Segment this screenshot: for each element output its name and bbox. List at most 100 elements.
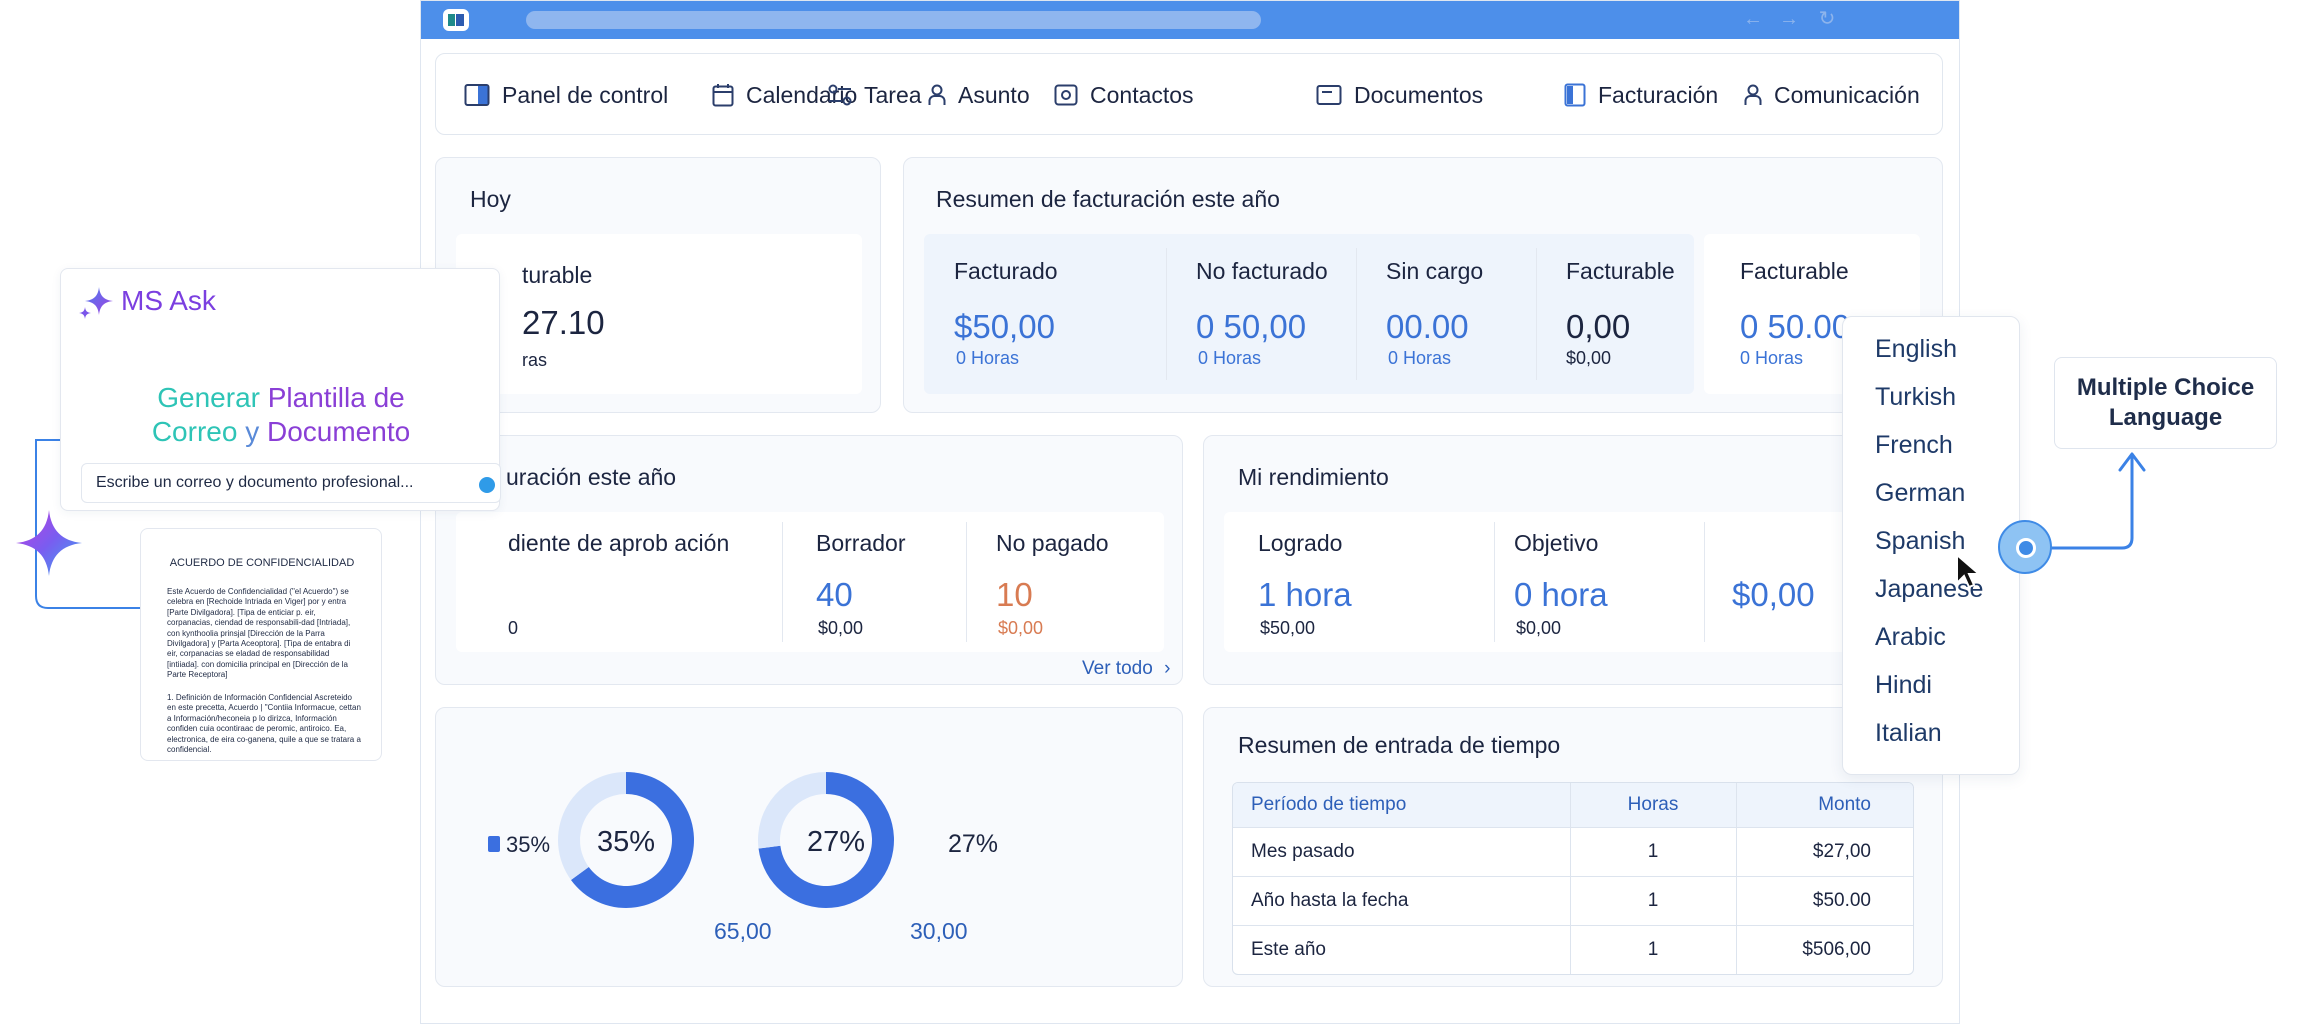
heading-word: y (245, 416, 260, 447)
billable-2-value: 0 50.00 (1740, 308, 1851, 345)
nav-item-contacts[interactable]: Contactos (1054, 54, 1194, 136)
calendar-icon (712, 84, 734, 107)
draft-label: Borrador (816, 530, 906, 556)
reload-icon[interactable]: ↻ (1815, 7, 1839, 31)
contacts-icon (1054, 84, 1078, 106)
search-icon[interactable] (479, 477, 495, 493)
table-row: Este año 1 $506,00 (1233, 924, 1913, 974)
language-option-italian[interactable]: Italian (1875, 719, 1942, 748)
column-header-period: Período de tiempo (1233, 783, 1571, 827)
unpaid-value: 10 (996, 576, 1033, 613)
table-row: Mes pasado 1 $27,00 (1233, 826, 1913, 876)
heading-word: Plantilla de (267, 382, 405, 413)
billed-value: $50,00 (954, 308, 1055, 345)
today-label: turable (522, 262, 593, 288)
nav-label-dashboard: Panel de control (502, 81, 669, 108)
nav-item-matter[interactable]: Asunto (928, 54, 1030, 136)
today-sub: ras (522, 350, 548, 370)
heading-word: Generar (157, 382, 260, 413)
billable-value: 0,00 (1566, 308, 1631, 345)
nav-item-tasks[interactable]: Tarea (828, 54, 922, 136)
donut-charts-card: 35% 35% 65,00 27% 27% 30,00 (435, 707, 1183, 987)
donut-right-value-label: 30,00 (910, 918, 968, 944)
donut-left-value-label: 65,00 (714, 918, 772, 944)
nav-item-documents[interactable]: Documentos (1316, 54, 1483, 136)
nav-item-billing[interactable]: Facturación (1564, 54, 1718, 136)
invoices-card: uración este año diente de aprob ación 0… (435, 435, 1183, 685)
no-charge-sub: 0 Horas (1388, 348, 1452, 368)
ms-ask-panel: MS Ask Generar Plantilla de Correo y Doc… (60, 268, 501, 511)
today-card: Hoy turable 27.10 ras (435, 157, 881, 413)
heading-word: Documento (266, 416, 411, 447)
table-cell: $27,00 (1736, 826, 1913, 876)
person-icon (928, 84, 946, 105)
time-entry-table: Período de tiempo Horas Monto Mes pasado… (1232, 782, 1914, 975)
table-cell: Año hasta la fecha (1233, 875, 1571, 925)
ms-ask-title: MS Ask (121, 285, 216, 316)
nav-label-communication: Comunicación (1774, 81, 1920, 108)
billed-label: Facturado (954, 258, 1058, 284)
table-cell: 1 (1570, 924, 1737, 974)
selection-knob[interactable] (1998, 520, 2052, 574)
mouse-cursor-icon (1956, 553, 1982, 589)
billing-summary-title: Resumen de facturación este año (936, 186, 1280, 212)
callout-line-1: Multiple Choice (2076, 374, 2255, 401)
achieved-label: Logrado (1258, 530, 1343, 556)
chevron-right-icon: › (1164, 658, 1171, 679)
pending-approval-label: diente de aprob ación (508, 530, 730, 556)
no-charge-value: 00.00 (1386, 308, 1469, 345)
language-option-arabic[interactable]: Arabic (1875, 623, 1946, 652)
target-value: 0 hora (1514, 576, 1608, 613)
table-row: Año hasta la fecha 1 $50.00 (1233, 875, 1913, 925)
view-all-label: Ver todo (1082, 658, 1153, 679)
billing-summary-card: Resumen de facturación este año Facturad… (903, 157, 1943, 413)
unbilled-sub: 0 Horas (1198, 348, 1262, 368)
nav-label-matter: Asunto (958, 81, 1030, 108)
nda-title: ACUERDO DE CONFIDENCIALIDAD (169, 557, 355, 569)
nda-paragraph-1: Este Acuerdo de Confidencialidad ("el Ac… (167, 587, 351, 680)
no-charge-label: Sin cargo (1386, 258, 1484, 284)
billing-icon (1564, 83, 1586, 107)
view-all-link[interactable]: Ver todo › (1082, 658, 1170, 680)
billable-sub: $0,00 (1566, 348, 1612, 368)
back-arrow-icon[interactable]: ← (1741, 7, 1765, 31)
language-option-turkish[interactable]: Turkish (1875, 383, 1956, 412)
table-cell: $50.00 (1736, 875, 1913, 925)
table-cell: 1 (1570, 875, 1737, 925)
language-dropdown-menu: English Turkish French German Spanish Ja… (1842, 316, 2020, 775)
language-option-german[interactable]: German (1875, 479, 1965, 508)
billable-label: Facturable (1566, 258, 1675, 284)
nav-item-dashboard[interactable]: Panel de control (464, 54, 668, 136)
language-option-hindi[interactable]: Hindi (1875, 671, 1932, 700)
today-value: 27.10 (522, 304, 605, 341)
column-header-amount: Monto (1736, 783, 1913, 827)
invoices-title: uración este año (506, 464, 677, 490)
donut-right-side-label: 27% (948, 830, 999, 858)
table-cell: 1 (1570, 826, 1737, 876)
nav-label-contacts: Contactos (1090, 81, 1194, 108)
language-option-spanish[interactable]: Spanish (1875, 527, 1965, 556)
nav-item-communication[interactable]: Comunicación (1744, 54, 1920, 136)
app-window: ← → ↻ Panel de control Calendario Tarea … (420, 0, 1960, 1024)
amount-value: $0,00 (1732, 576, 1815, 613)
ms-ask-prompt-input[interactable] (81, 463, 501, 503)
browser-bar: ← → ↻ (421, 1, 1959, 39)
nav-label-billing: Facturación (1598, 81, 1719, 108)
app-logo-icon (443, 9, 469, 31)
dashboard-icon (464, 84, 490, 106)
forward-arrow-icon[interactable]: → (1777, 7, 1801, 31)
draft-value: 40 (816, 576, 853, 613)
nda-document-preview[interactable]: ACUERDO DE CONFIDENCIALIDAD Este Acuerdo… (140, 528, 382, 761)
billable-2-sub: 0 Horas (1740, 348, 1804, 368)
multiple-choice-language-callout: Multiple Choice Language (2054, 357, 2277, 449)
unbilled-label: No facturado (1196, 258, 1328, 284)
table-header-row: Período de tiempo Horas Monto (1233, 783, 1913, 827)
language-option-french[interactable]: French (1875, 431, 1953, 460)
table-cell: Mes pasado (1233, 826, 1571, 876)
callout-line-2: Language (2108, 404, 2223, 431)
language-option-english[interactable]: English (1875, 335, 1957, 364)
target-label: Objetivo (1514, 530, 1599, 556)
time-entry-card: Resumen de entrada de tiempo Período de … (1203, 707, 1943, 987)
url-bar[interactable] (526, 11, 1261, 29)
nda-paragraph-2: 1. Definición de Información Confidencia… (167, 693, 361, 755)
